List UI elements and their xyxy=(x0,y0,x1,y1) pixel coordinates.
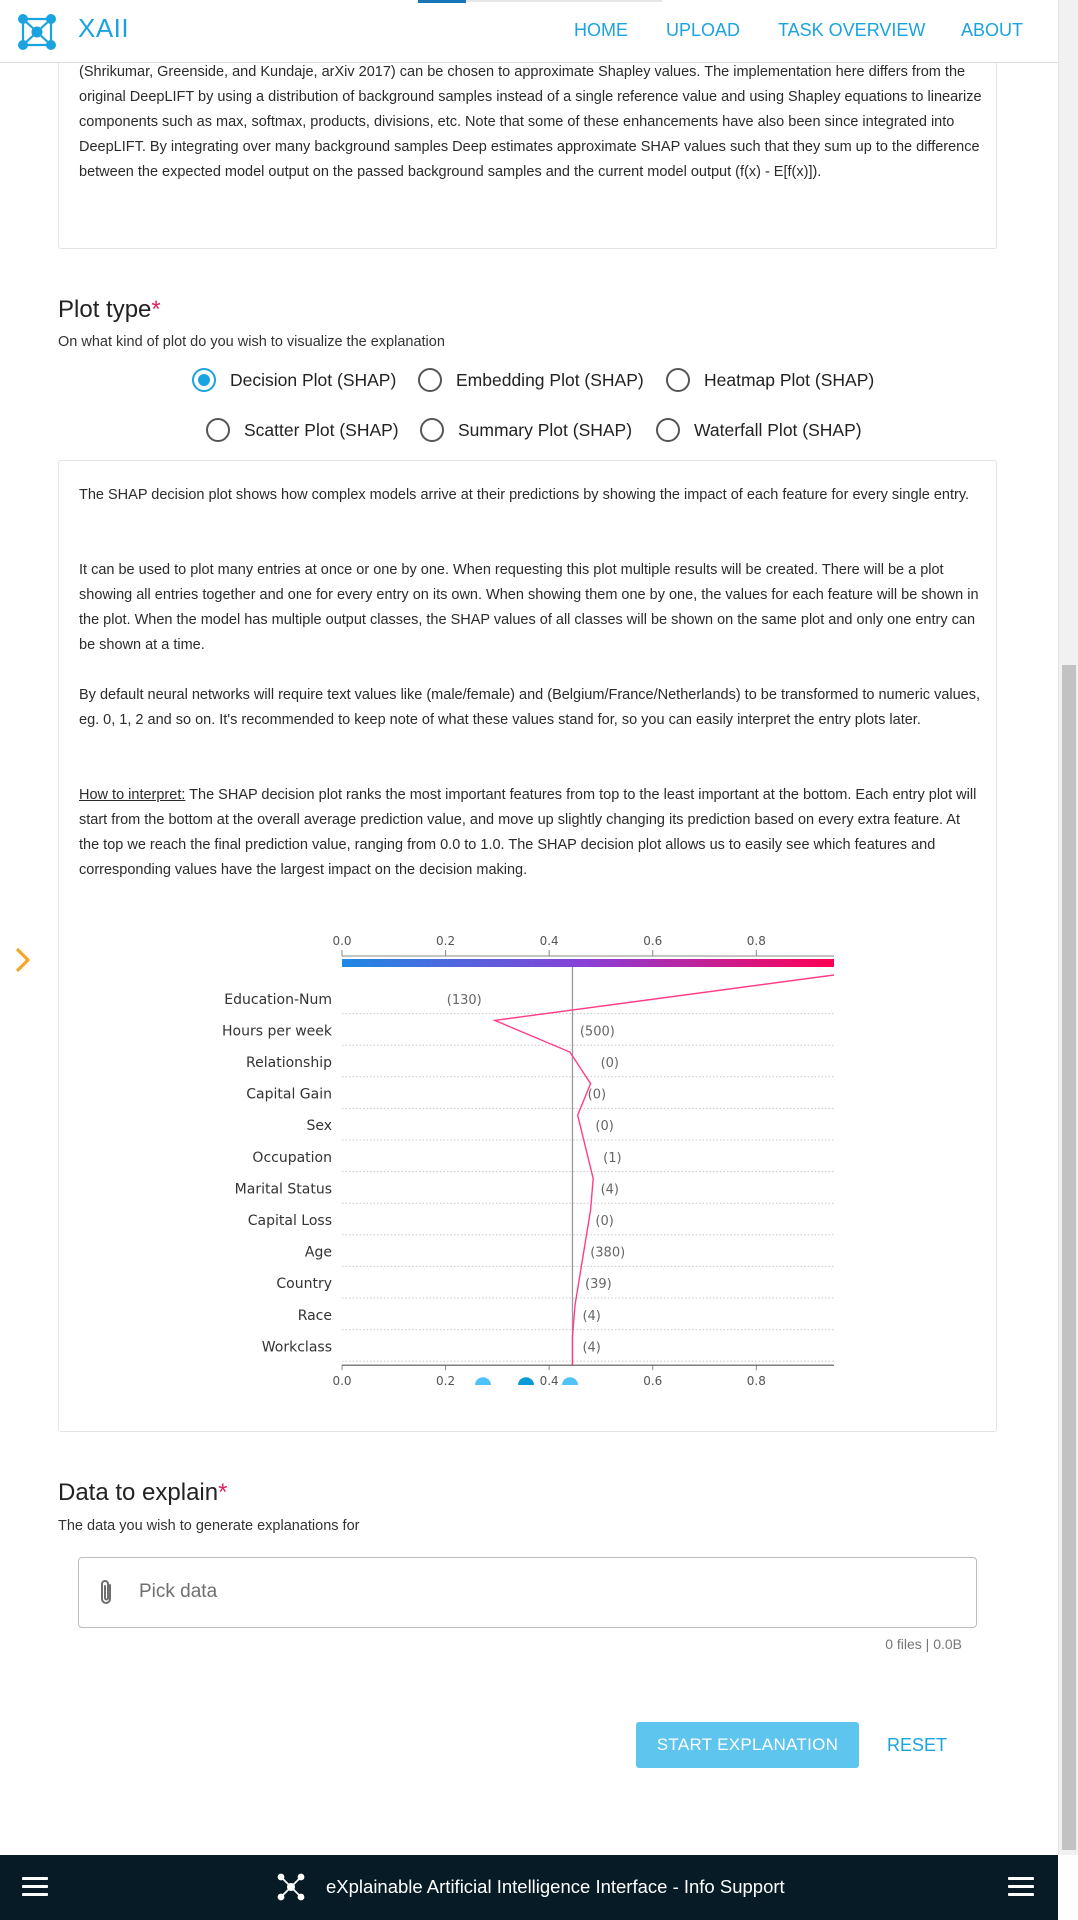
top-tick-label: 0.6 xyxy=(643,934,662,948)
bottom-tick-label: 0.2 xyxy=(436,1374,455,1385)
feature-value-label: (380) xyxy=(590,1246,625,1261)
radio-decision-plot[interactable]: Decision Plot (SHAP) xyxy=(192,366,396,394)
scrollbar-thumb[interactable] xyxy=(1062,665,1076,1850)
radio-unchecked-icon[interactable] xyxy=(656,418,680,442)
menu-left-icon[interactable] xyxy=(22,1877,48,1897)
required-mark: * xyxy=(218,1479,228,1506)
nav-task-overview[interactable]: TASK OVERVIEW xyxy=(778,20,925,41)
radio-label[interactable]: Waterfall Plot (SHAP) xyxy=(694,420,862,441)
vertical-scrollbar[interactable] xyxy=(1058,0,1078,1855)
loading-dot xyxy=(518,1377,534,1385)
bottom-footer: eXplainable Artificial Intelligence Inte… xyxy=(0,1855,1058,1920)
nav-home[interactable]: HOME xyxy=(574,20,628,41)
explainer-description: (Shrikumar, Greenside, and Kundaje, arXi… xyxy=(79,64,982,180)
feature-label: Education-Num xyxy=(224,992,332,1008)
feature-value-label: (130) xyxy=(447,993,482,1008)
top-tick-label: 0.0 xyxy=(332,934,351,948)
radio-summary-plot[interactable]: Summary Plot (SHAP) xyxy=(420,416,632,444)
nav-about[interactable]: ABOUT xyxy=(961,20,1023,41)
tab-indicator-track xyxy=(466,0,662,2)
feature-value-label: (4) xyxy=(582,1309,600,1324)
shap-decision-plot: 0.0 0.0 0.2 0.2 0.4 0.4 0.6 0.6 0.8 0.8 Education-… xyxy=(222,934,835,1385)
radio-unchecked-icon[interactable] xyxy=(418,368,442,392)
start-explanation-button[interactable]: START EXPLANATION xyxy=(636,1722,859,1768)
radio-label[interactable]: Summary Plot (SHAP) xyxy=(458,420,632,441)
radio-label[interactable]: Embedding Plot (SHAP) xyxy=(456,370,644,391)
feature-label: Capital Gain xyxy=(246,1087,332,1103)
nav-upload[interactable]: UPLOAD xyxy=(666,20,740,41)
brand-title[interactable]: XAII xyxy=(78,13,129,44)
feature-label: Sex xyxy=(306,1118,332,1134)
feature-value-label: (4) xyxy=(582,1340,600,1355)
feature-label: Race xyxy=(298,1308,332,1324)
feature-value-label: (0) xyxy=(595,1119,613,1134)
feature-value-label: (0) xyxy=(595,1214,613,1229)
feature-value-label: (1) xyxy=(603,1151,621,1166)
file-count-info: 0 files | 0.0B xyxy=(885,1636,962,1652)
radio-unchecked-icon[interactable] xyxy=(206,418,230,442)
radio-embedding-plot[interactable]: Embedding Plot (SHAP) xyxy=(418,366,644,394)
active-tab-indicator xyxy=(418,0,466,3)
how-to-interpret-label: How to interpret: xyxy=(79,787,186,803)
feature-value-label: (4) xyxy=(601,1182,619,1197)
colorbar xyxy=(342,959,834,967)
menu-right-icon[interactable] xyxy=(1008,1877,1034,1897)
radio-label[interactable]: Decision Plot (SHAP) xyxy=(230,370,396,391)
bottom-tick-label: 0.8 xyxy=(747,1374,766,1385)
bottom-tick-label: 0.4 xyxy=(540,1374,559,1385)
bottom-tick-label: 0.6 xyxy=(643,1374,662,1385)
top-app-bar: XAII HOME UPLOAD TASK OVERVIEW ABOUT xyxy=(0,0,1058,63)
feature-value-label: (500) xyxy=(580,1024,615,1039)
pick-data-placeholder[interactable]: Pick data xyxy=(139,1581,217,1603)
explainer-description-card: (Shrikumar, Greenside, and Kundaje, arXi… xyxy=(58,40,997,249)
xaii-logo-icon[interactable] xyxy=(16,12,58,52)
pick-data-input[interactable]: Pick data xyxy=(78,1557,977,1628)
feature-value-label: (0) xyxy=(588,1088,606,1103)
data-to-explain-title: Data to explain* xyxy=(58,1479,227,1507)
radio-waterfall-plot[interactable]: Waterfall Plot (SHAP) xyxy=(656,416,862,444)
loading-dot xyxy=(475,1377,491,1385)
loading-dot xyxy=(562,1377,578,1385)
top-tick-label: 0.4 xyxy=(540,934,559,948)
description-paragraph-1: The SHAP decision plot shows how complex… xyxy=(79,487,970,503)
top-tick-label: 0.8 xyxy=(747,934,766,948)
feature-label: Workclass xyxy=(262,1339,332,1355)
feature-label: Capital Loss xyxy=(248,1213,332,1229)
data-title-text: Data to explain xyxy=(58,1479,219,1506)
feature-label: Occupation xyxy=(252,1150,332,1166)
plot-type-title: Plot type* xyxy=(58,296,161,324)
description-paragraph-3: By default neural networks will require … xyxy=(79,687,981,728)
radio-checked-icon[interactable] xyxy=(192,368,216,392)
radio-label[interactable]: Scatter Plot (SHAP) xyxy=(244,420,399,441)
radio-unchecked-icon[interactable] xyxy=(420,418,444,442)
footer-title: eXplainable Artificial Intelligence Inte… xyxy=(326,1876,785,1897)
paperclip-icon[interactable] xyxy=(97,1578,117,1608)
radio-unchecked-icon[interactable] xyxy=(666,368,690,392)
feature-label: Hours per week xyxy=(222,1023,333,1039)
radio-scatter-plot[interactable]: Scatter Plot (SHAP) xyxy=(206,416,399,444)
bottom-tick-label: 0.0 xyxy=(332,1374,351,1385)
feature-value-label: (39) xyxy=(585,1277,612,1292)
feature-label: Relationship xyxy=(246,1055,332,1071)
feature-label: Age xyxy=(305,1245,332,1261)
required-mark: * xyxy=(151,296,161,323)
plot-type-title-text: Plot type xyxy=(58,296,152,323)
plot-type-subtitle: On what kind of plot do you wish to visu… xyxy=(58,334,445,350)
reset-button[interactable]: RESET xyxy=(872,1722,962,1768)
description-paragraph-4: How to interpret: The SHAP decision plot… xyxy=(79,783,984,883)
decision-path-line xyxy=(492,974,835,1366)
feature-label: Marital Status xyxy=(235,1181,332,1197)
chevron-right-icon[interactable] xyxy=(14,946,34,974)
data-to-explain-subtitle: The data you wish to generate explanatio… xyxy=(58,1518,360,1534)
radio-label[interactable]: Heatmap Plot (SHAP) xyxy=(704,370,874,391)
feature-label: Country xyxy=(276,1276,332,1292)
feature-value-label: (0) xyxy=(601,1056,619,1071)
top-tick-label: 0.2 xyxy=(436,934,455,948)
radio-heatmap-plot[interactable]: Heatmap Plot (SHAP) xyxy=(666,366,874,394)
description-paragraph-2: It can be used to plot many entries at o… xyxy=(79,562,979,653)
xaii-footer-logo-icon xyxy=(277,1873,305,1901)
how-to-interpret-text: The SHAP decision plot ranks the most im… xyxy=(79,787,977,878)
